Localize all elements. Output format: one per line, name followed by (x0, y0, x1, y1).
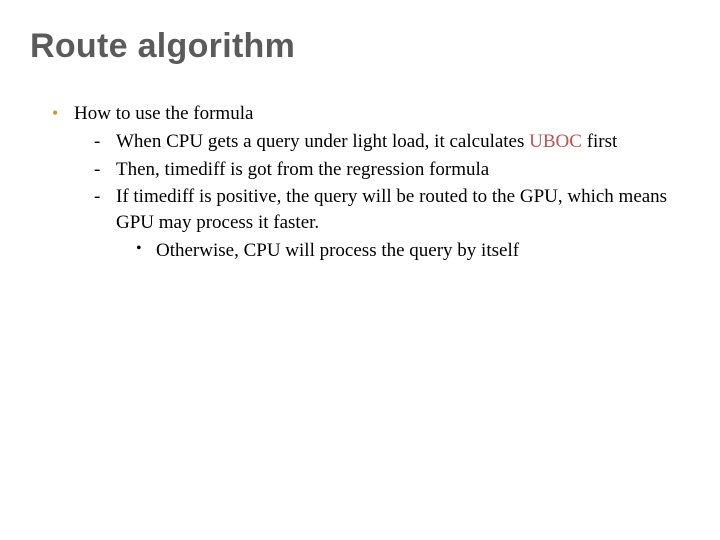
accent-term: UBOC (529, 131, 582, 152)
slide: Route algorithm How to use the formula W… (0, 0, 720, 540)
bullet-list-level3: Otherwise, CPU will process the query by… (116, 238, 690, 264)
list-item: If timediff is positive, the query will … (94, 184, 690, 263)
list-item-text-post: first (582, 131, 617, 152)
slide-title: Route algorithm (30, 28, 690, 65)
list-item-text: Then, timediff is got from the regressio… (116, 159, 489, 180)
list-item: How to use the formula When CPU gets a q… (52, 101, 690, 263)
list-item-text: Otherwise, CPU will process the query by… (156, 240, 519, 261)
list-item: When CPU gets a query under light load, … (94, 129, 690, 155)
bullet-list-level1: How to use the formula When CPU gets a q… (30, 101, 690, 263)
list-item: Then, timediff is got from the regressio… (94, 157, 690, 183)
list-item-text: How to use the formula (74, 103, 253, 124)
bullet-list-level2: When CPU gets a query under light load, … (74, 129, 690, 263)
list-item: Otherwise, CPU will process the query by… (136, 238, 690, 264)
list-item-text-pre: When CPU gets a query under light load, … (116, 131, 529, 152)
list-item-text: If timediff is positive, the query will … (116, 186, 667, 233)
